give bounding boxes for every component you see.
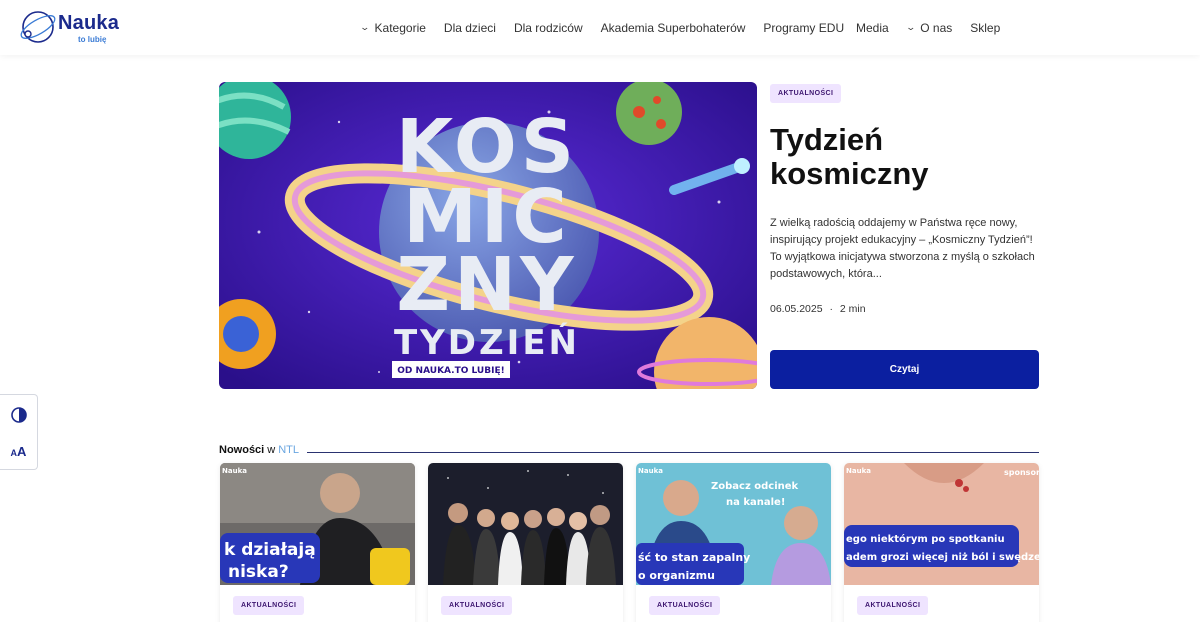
chevron-down-icon: ⌄ bbox=[905, 22, 916, 32]
font-size-icon: AA bbox=[10, 444, 27, 459]
svg-text:niska?: niska? bbox=[228, 562, 289, 582]
nav-item-programy-edu[interactable]: Programy EDU bbox=[763, 21, 844, 35]
nav-item-akademia[interactable]: Akademia Superbohaterów bbox=[601, 21, 746, 35]
contrast-toggle-button[interactable] bbox=[0, 396, 37, 433]
category-badge[interactable]: AKTUALNOŚCI bbox=[649, 596, 721, 615]
nav-item-label: Dla rodziców bbox=[513, 20, 583, 35]
hero-description: Z wielką radością oddajemy w Państwa ręc… bbox=[770, 217, 1035, 280]
secondary-nav: Media ⌄ O nas Sklep bbox=[856, 0, 1018, 55]
hero-article: AKTUALNOŚCI Tydzień kosmiczny Z wielką ra… bbox=[770, 82, 1040, 315]
nav-item-label: Kategorie bbox=[374, 20, 426, 35]
svg-text:k działają: k działają bbox=[224, 540, 316, 560]
read-button[interactable]: Czytaj bbox=[770, 350, 1039, 389]
section-divider bbox=[306, 451, 1039, 453]
svg-text:ego niektórym po spotkaniu: ego niektórym po spotkaniu bbox=[846, 533, 1005, 545]
main-nav: ⌄ Kategorie Dla dzieci Dla rodziców Akad… bbox=[359, 0, 862, 55]
logo-tagline: to lubię bbox=[78, 35, 107, 44]
svg-text:Nauka: Nauka bbox=[638, 467, 663, 475]
hero-date: 06.05.2025 bbox=[770, 303, 823, 315]
chevron-down-icon: ⌄ bbox=[359, 22, 371, 32]
hero-text-line5: OD NAUKA.TO LUBIĘ! bbox=[397, 366, 504, 376]
logo-wordmark: Nauka bbox=[58, 12, 120, 34]
nav-item-label: Media bbox=[856, 20, 889, 35]
nav-item-o-nas[interactable]: ⌄ O nas bbox=[905, 20, 953, 35]
accessibility-widget: AA bbox=[0, 394, 38, 470]
nav-item-label: Dla dzieci bbox=[443, 20, 496, 35]
news-card[interactable]: ego niektórym po spotkaniu adem grozi wi… bbox=[844, 463, 1039, 622]
news-card[interactable]: Zobacz odcinek na kanale! ść to stan zap… bbox=[636, 463, 831, 622]
category-badge[interactable]: AKTUALNOŚCI bbox=[233, 596, 305, 615]
hero-meta: 06.05.2025 · 2 min bbox=[770, 303, 1040, 315]
svg-text:Zobacz odcinek: Zobacz odcinek bbox=[711, 481, 799, 492]
news-thumbnail: ego niektórym po spotkaniu adem grozi wi… bbox=[844, 463, 1039, 585]
news-thumbnail: Zobacz odcinek na kanale! ść to stan zap… bbox=[636, 463, 831, 585]
nav-item-label: Sklep bbox=[970, 20, 1001, 35]
svg-text:Nauka: Nauka bbox=[222, 467, 247, 475]
news-thumbnail: k działają niska? Nauka bbox=[220, 463, 415, 585]
site-logo[interactable]: Nauka to lubię bbox=[18, 6, 128, 48]
category-badge[interactable]: AKTUALNOŚCI bbox=[441, 596, 513, 615]
nav-item-label: O nas bbox=[920, 20, 953, 35]
atom-logo-icon bbox=[20, 11, 56, 43]
site-header: Nauka to lubię ⌄ Kategorie Dla dzieci Dl… bbox=[0, 0, 1200, 55]
nav-item-dla-rodzicow[interactable]: Dla rodziców bbox=[514, 21, 583, 35]
hero-text-line4: TYDZIEŃ bbox=[394, 322, 580, 363]
contrast-icon bbox=[10, 406, 27, 423]
news-section-heading: Nowości w NTL bbox=[219, 443, 1039, 457]
nav-item-label: Akademia Superbohaterów bbox=[600, 20, 746, 35]
category-badge[interactable]: AKTUALNOŚCI bbox=[857, 596, 929, 615]
news-card[interactable]: AKTUALNOŚCI bbox=[428, 463, 623, 622]
news-card[interactable]: k działają niska? Nauka AKTUALNOŚCI bbox=[220, 463, 415, 622]
nav-item-media[interactable]: Media bbox=[856, 21, 889, 35]
svg-text:sponsor: sponsor bbox=[1004, 468, 1039, 477]
font-size-button[interactable]: AA bbox=[0, 433, 37, 470]
nav-item-label: Programy EDU bbox=[763, 20, 845, 35]
hero-title[interactable]: Tydzień kosmiczny bbox=[770, 123, 1040, 191]
svg-text:ść to stan zapalny: ść to stan zapalny bbox=[638, 551, 750, 564]
nav-item-dla-dzieci[interactable]: Dla dzieci bbox=[444, 21, 496, 35]
hero-read-time: 2 min bbox=[839, 303, 866, 315]
category-badge[interactable]: AKTUALNOŚCI bbox=[770, 84, 842, 103]
news-thumbnail bbox=[428, 463, 623, 585]
svg-text:Nauka: Nauka bbox=[846, 467, 871, 475]
svg-text:adem grozi więcej niż ból i sw: adem grozi więcej niż ból i swędzenie? bbox=[846, 551, 1039, 563]
hero-text-line3: ZNY bbox=[396, 242, 577, 328]
nav-item-kategorie[interactable]: ⌄ Kategorie bbox=[359, 20, 426, 35]
meta-separator: · bbox=[829, 303, 833, 315]
nav-item-sklep[interactable]: Sklep bbox=[970, 21, 1000, 35]
hero-image[interactable]: KOS MIC ZNY TYDZIEŃ OD NAUKA.TO LUBIĘ! bbox=[219, 82, 757, 389]
svg-text:o organizmu: o organizmu bbox=[638, 569, 715, 582]
svg-text:na kanale!: na kanale! bbox=[726, 497, 785, 508]
hero-illustration: KOS MIC ZNY TYDZIEŃ OD NAUKA.TO LUBIĘ! bbox=[219, 82, 757, 389]
